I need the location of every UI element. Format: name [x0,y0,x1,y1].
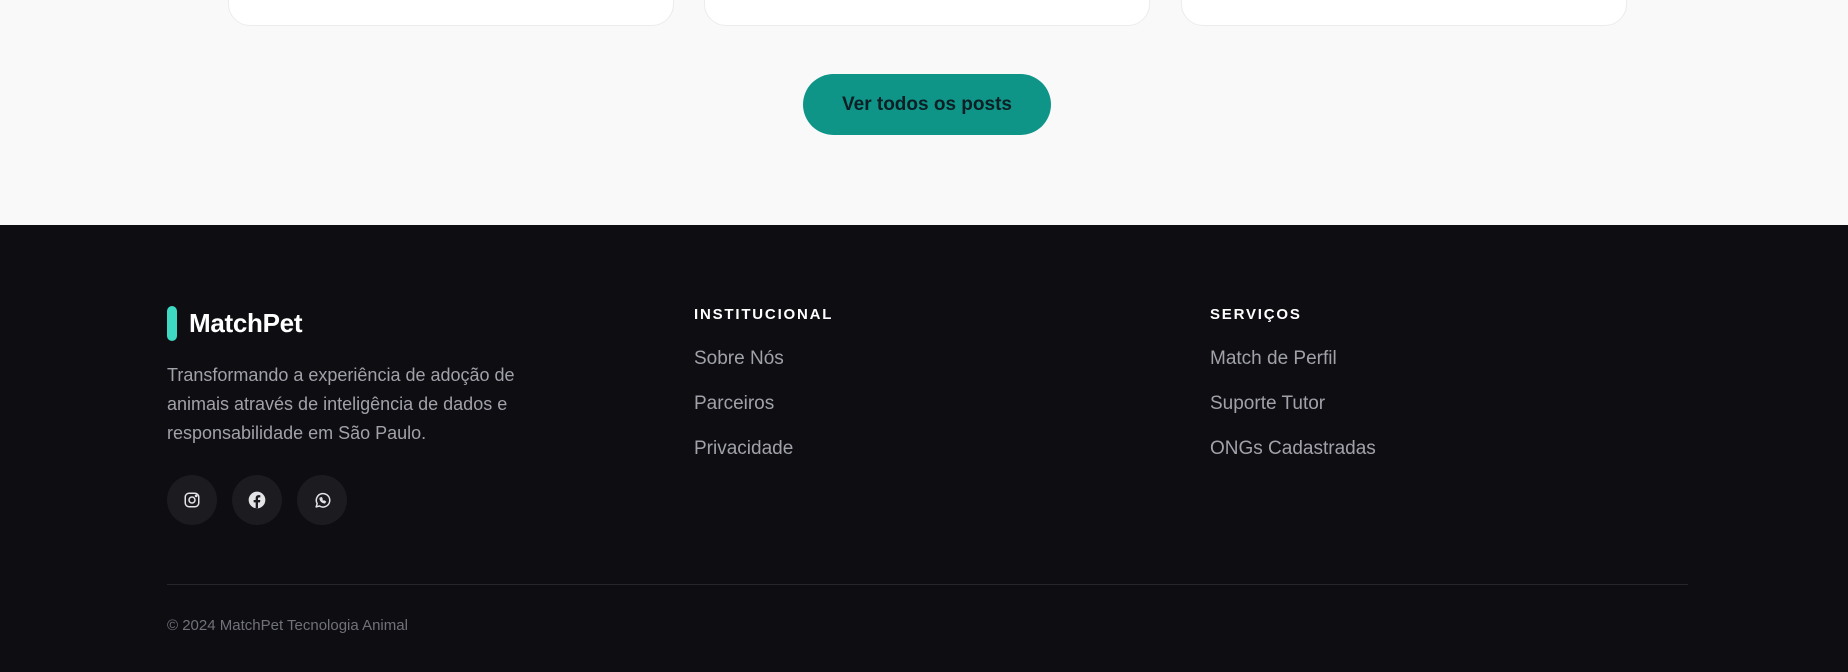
blog-post-card[interactable] [704,0,1150,26]
footer-link-profile-match[interactable]: Match de Perfil [1210,347,1376,371]
whatsapp-icon [314,492,331,508]
blog-post-card[interactable] [1181,0,1627,26]
institutional-links: INSTITUCIONAL Sobre Nós Parceiros Privac… [694,305,833,482]
institutional-heading: INSTITUCIONAL [694,306,834,323]
services-links: SERVIÇOS Match de Perfil Suporte Tutor O… [1210,305,1376,482]
footer-link-privacy[interactable]: Privacidade [694,437,833,461]
services-heading: SERVIÇOS [1210,306,1302,323]
instagram-link[interactable] [167,475,217,525]
brand-tagline: Transformando a experiência de adoção de… [167,365,515,443]
brand-name: MatchPet [189,308,303,338]
social-links [167,475,347,525]
facebook-link[interactable] [232,475,282,525]
blog-post-card[interactable] [228,0,674,26]
footer-link-about[interactable]: Sobre Nós [694,347,833,371]
brand-logo[interactable]: MatchPet [167,306,302,341]
instagram-icon [184,492,200,508]
footer-link-tutor-support[interactable]: Suporte Tutor [1210,392,1376,416]
view-all-posts-button[interactable]: Ver todos os posts [803,74,1051,135]
copyright-text: © 2024 MatchPet Tecnologia Animal [167,617,408,634]
blog-section: Ver todos os posts [0,0,1848,225]
footer-link-registered-ngos[interactable]: ONGs Cadastradas [1210,437,1376,461]
site-footer: MatchPet Transformando a experiência de … [0,225,1848,672]
footer-link-partners[interactable]: Parceiros [694,392,833,416]
brand-accent-bar [167,306,177,341]
facebook-icon [248,491,266,509]
footer-divider [167,584,1688,585]
whatsapp-link[interactable] [297,475,347,525]
